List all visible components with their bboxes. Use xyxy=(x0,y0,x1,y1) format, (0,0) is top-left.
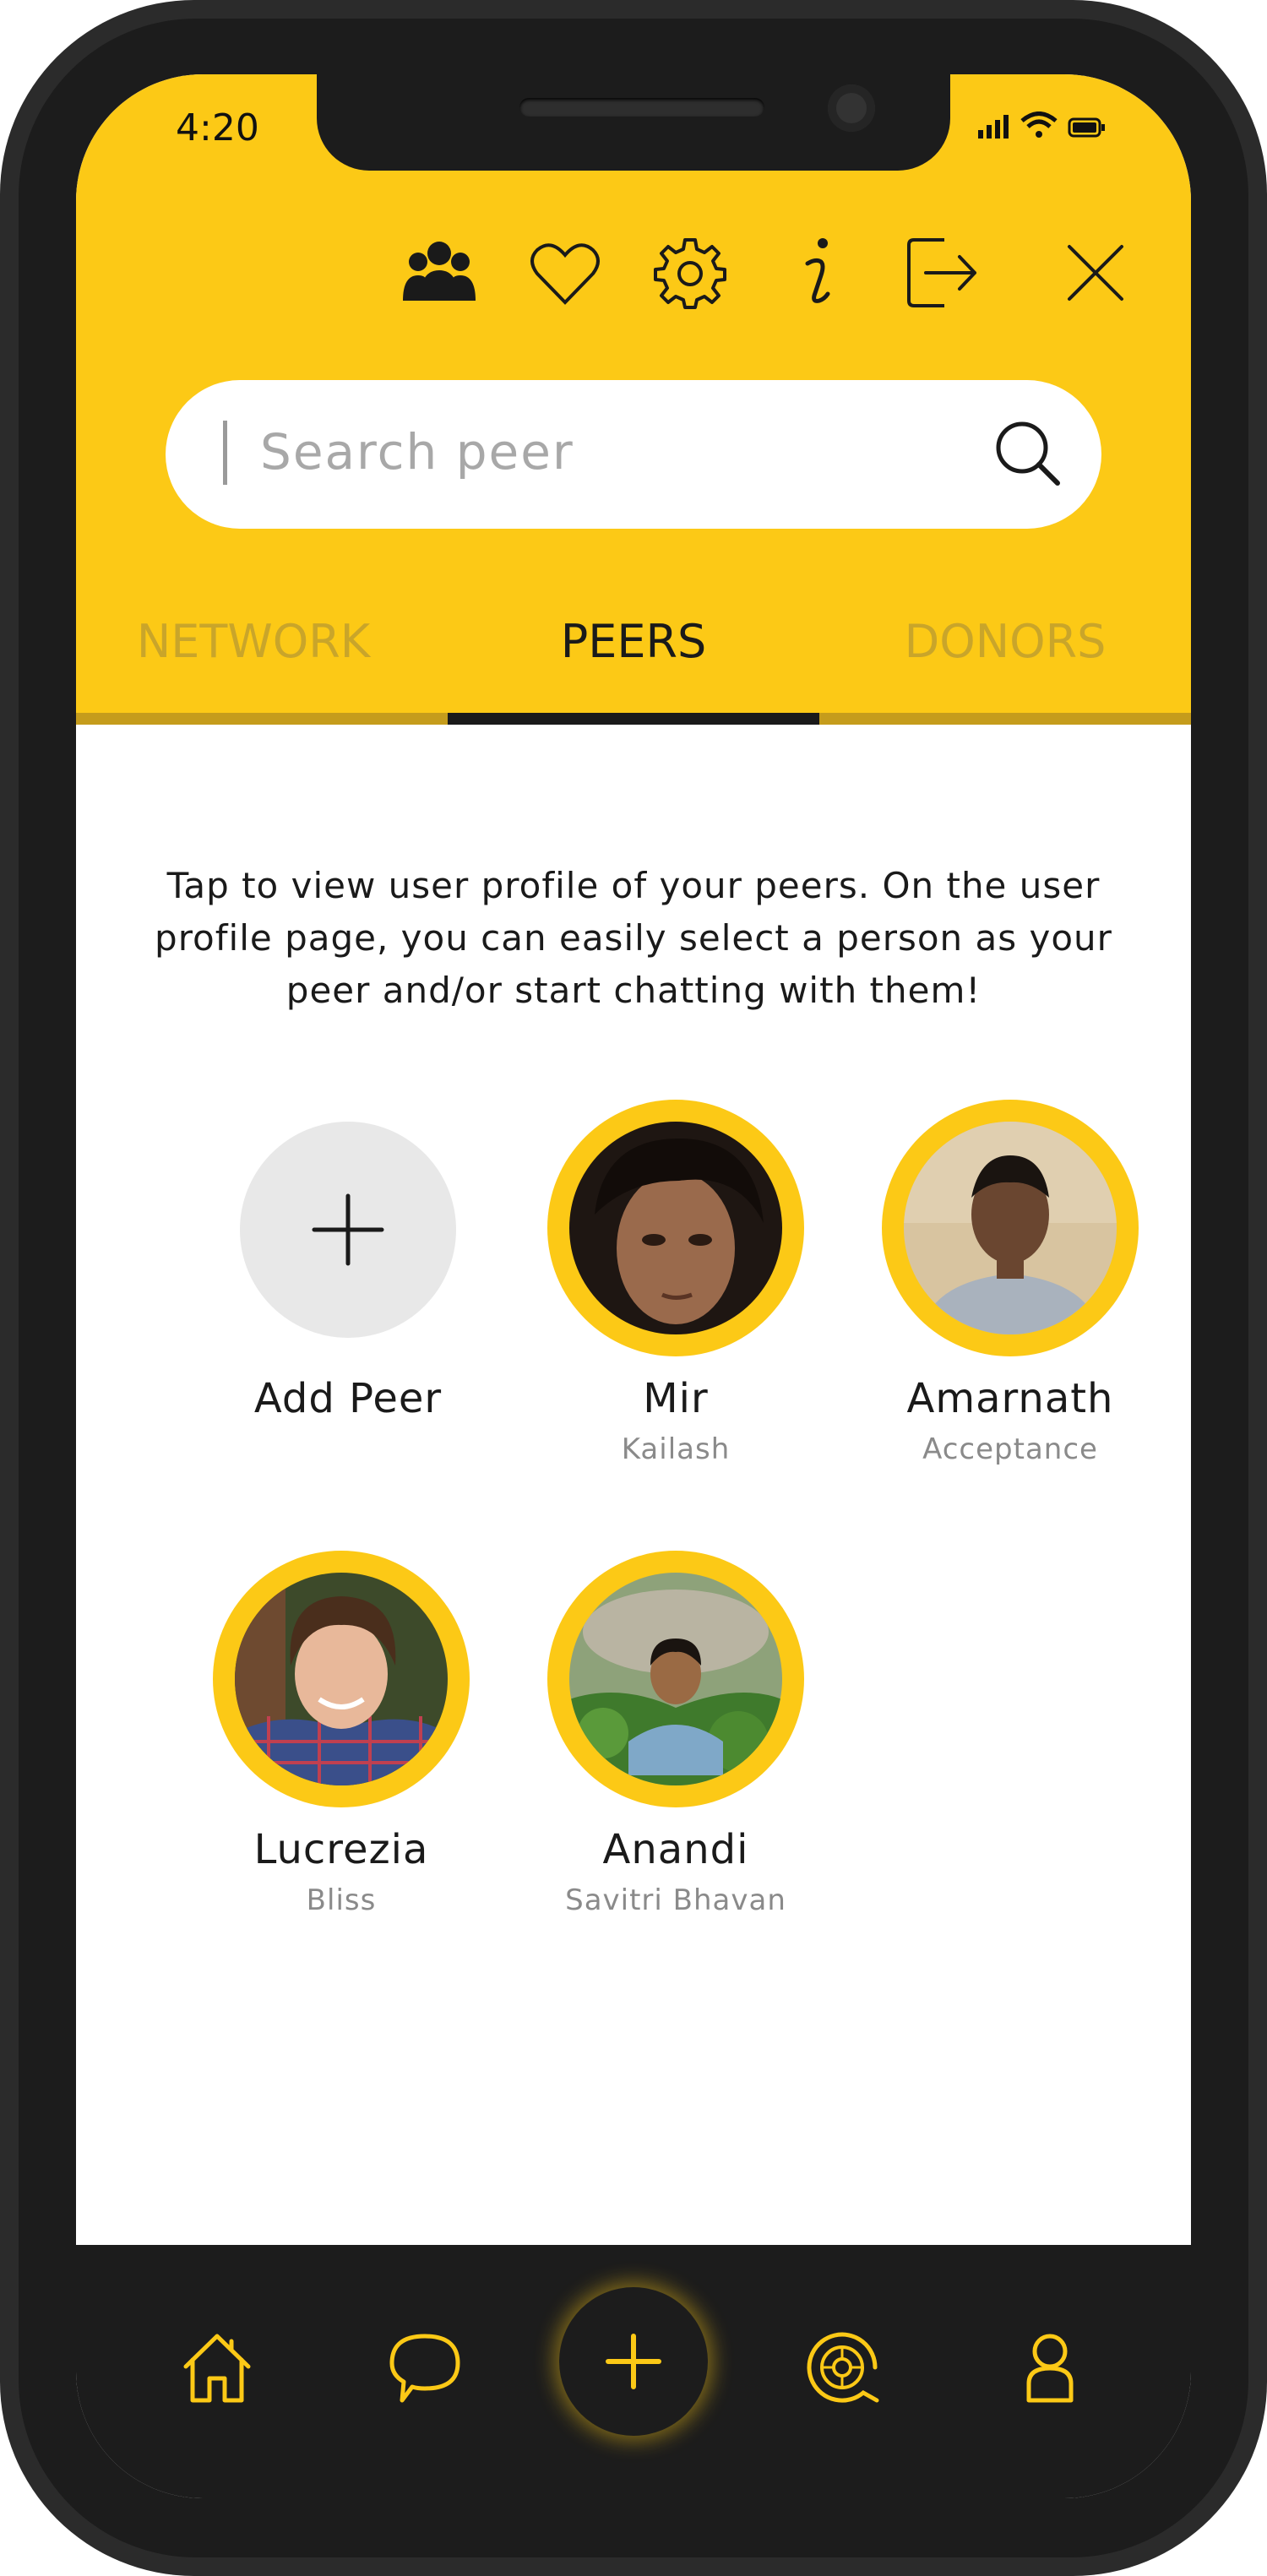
profile-icon[interactable] xyxy=(1012,2329,1088,2405)
text-cursor xyxy=(223,421,227,485)
phone-frame: 4:20 Search peer NETWORK PEERS DONORS Ta… xyxy=(0,0,1267,2576)
add-peer-circle[interactable] xyxy=(240,1122,456,1338)
avatar[interactable] xyxy=(235,1573,448,1785)
avatar-ring xyxy=(547,1551,804,1807)
avatar-ring xyxy=(213,1551,470,1807)
search-icon[interactable] xyxy=(990,416,1066,492)
search-bar[interactable] xyxy=(166,380,1101,529)
bottom-nav xyxy=(76,2245,1191,2498)
tab-network[interactable]: NETWORK xyxy=(127,615,380,691)
group-icon[interactable] xyxy=(401,235,477,311)
avatar-ring xyxy=(547,1100,804,1356)
peer-card-lucrezia[interactable]: Lucrezia Bliss xyxy=(172,1551,510,2003)
chat-icon[interactable] xyxy=(387,2329,463,2405)
plus-icon xyxy=(312,1193,384,1266)
battery-icon xyxy=(1068,117,1105,138)
search-input[interactable] xyxy=(258,409,938,495)
peer-name: Amarnath xyxy=(906,1375,1114,1422)
app-screen: 4:20 Search peer NETWORK PEERS DONORS Ta… xyxy=(76,74,1191,2498)
camera xyxy=(828,84,875,132)
home-icon[interactable] xyxy=(179,2329,255,2405)
peer-subtitle: Acceptance xyxy=(922,1432,1098,1466)
avatar[interactable] xyxy=(569,1122,782,1334)
peer-name: Mir xyxy=(643,1375,709,1422)
peer-subtitle: Savitri Bhavan xyxy=(565,1883,786,1917)
status-icons xyxy=(976,111,1107,139)
add-peer-label: Add Peer xyxy=(253,1375,443,1422)
info-icon[interactable] xyxy=(779,235,855,311)
peer-card-amarnath[interactable]: Amarnath Acceptance xyxy=(841,1100,1179,1552)
add-peer-button[interactable]: Add Peer xyxy=(179,1113,517,1535)
avatar[interactable] xyxy=(569,1573,782,1785)
peer-name: Lucrezia xyxy=(253,1826,429,1873)
avatar-ring xyxy=(882,1100,1139,1356)
peer-card-mir[interactable]: Mir Kailash xyxy=(507,1100,845,1552)
close-icon[interactable] xyxy=(1058,235,1134,311)
tab-donors[interactable]: DONORS xyxy=(878,615,1132,691)
speaker xyxy=(519,98,764,117)
tab-peers[interactable]: PEERS xyxy=(490,615,777,691)
meditation-icon[interactable] xyxy=(804,2329,880,2405)
wifi-icon xyxy=(1020,111,1058,138)
add-button[interactable] xyxy=(559,2287,708,2436)
tab-active-indicator xyxy=(448,713,819,725)
logout-icon[interactable] xyxy=(904,235,980,311)
peer-subtitle: Kailash xyxy=(621,1432,731,1466)
avatar[interactable] xyxy=(904,1122,1117,1334)
intro-text: Tap to view user profile of your peers. … xyxy=(155,865,1112,1011)
status-time: 4:20 xyxy=(176,106,259,149)
heart-icon[interactable] xyxy=(527,235,603,311)
notch xyxy=(317,74,950,171)
signal-icon xyxy=(978,115,1009,139)
header: 4:20 Search peer NETWORK PEERS DONORS xyxy=(76,74,1191,725)
gear-icon[interactable] xyxy=(652,235,728,311)
peer-subtitle: Bliss xyxy=(306,1883,377,1917)
plus-icon xyxy=(606,2334,661,2389)
peer-card-anandi[interactable]: Anandi Savitri Bhavan xyxy=(507,1551,845,2003)
peer-name: Anandi xyxy=(602,1826,749,1873)
